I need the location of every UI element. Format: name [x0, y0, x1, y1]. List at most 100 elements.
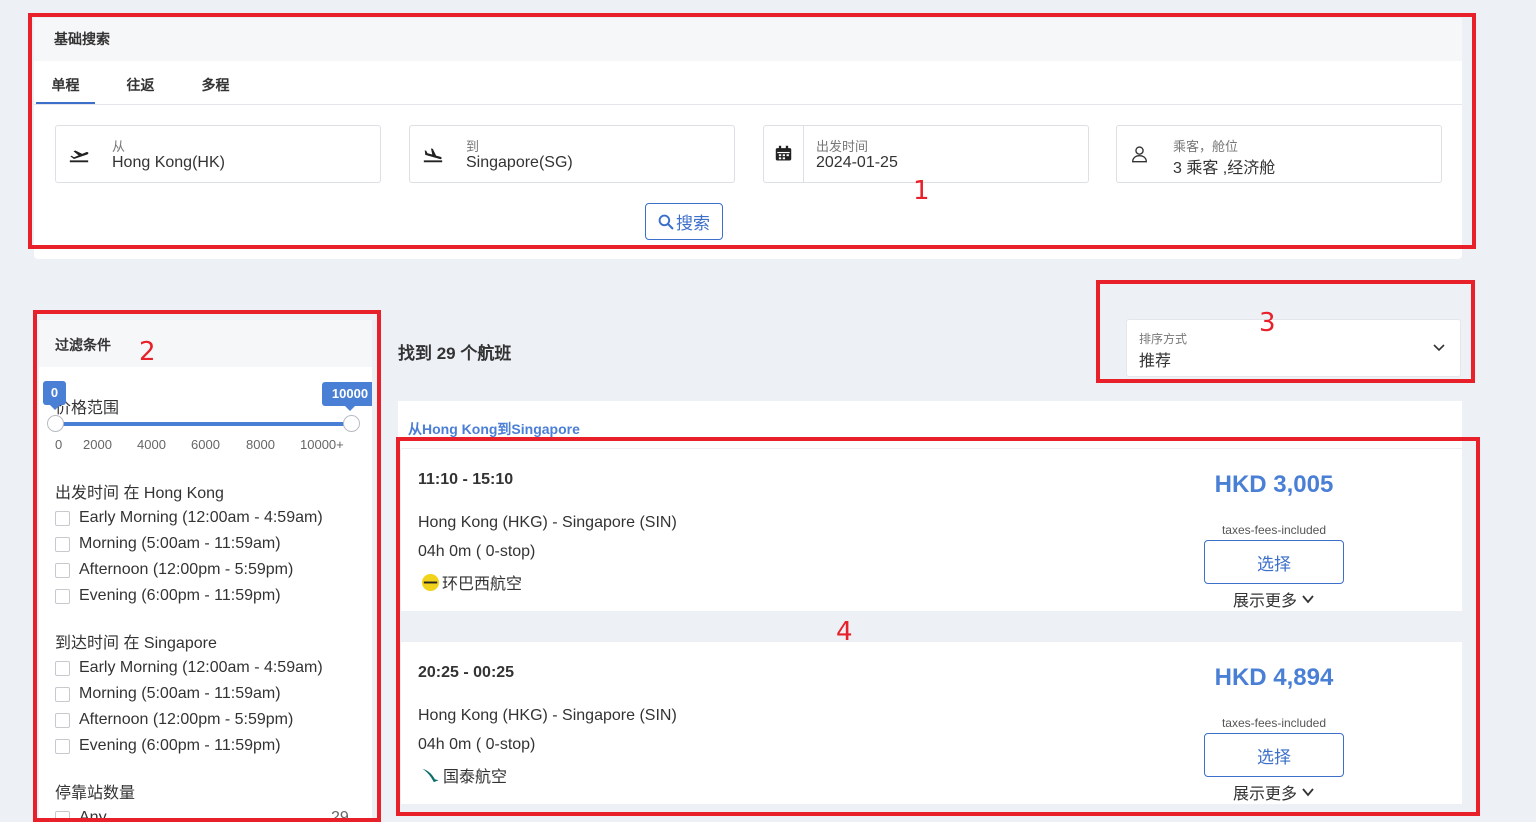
show-more-label: 展示更多	[1232, 786, 1297, 803]
to-label: 到	[466, 139, 480, 154]
from-label: 从	[112, 139, 126, 154]
search-fields: 从 Hong Kong(HK) 到 Singapore(SG) 出发时间 202…	[34, 105, 1462, 240]
departure-option[interactable]: Evening (6:00pm - 11:59pm)	[55, 587, 281, 605]
price-range-slider[interactable]	[55, 422, 351, 426]
flight-route: Hong Kong (HKG) - Singapore (SIN)	[418, 707, 677, 724]
show-more-link[interactable]: 展示更多	[1204, 780, 1344, 804]
taxes-note: taxes-fees-included	[1221, 523, 1327, 537]
plane-landing-icon	[423, 148, 443, 163]
price-max-handle[interactable]	[343, 415, 360, 432]
arrival-option-label: Early Morning (12:00am - 4:59am)	[79, 659, 323, 676]
taxes-note: taxes-fees-included	[1221, 716, 1327, 730]
arrival-option-label: Morning (5:00am - 11:59am)	[79, 685, 281, 702]
flight-time: 20:25 - 00:25	[418, 664, 515, 681]
select-flight-button[interactable]: 选择	[1204, 733, 1344, 777]
departure-option[interactable]: Morning (5:00am - 11:59am)	[55, 535, 281, 553]
price-max-value: 10000	[322, 382, 372, 411]
flight-price: HKD 3,005	[1214, 471, 1334, 498]
flight-price: HKD 4,894	[1214, 664, 1334, 691]
date-field[interactable]: 出发时间 2024-01-25	[763, 125, 1089, 183]
filter-panel-title: 过滤条件	[39, 320, 372, 367]
passengers-value: 3 乘客 ,经济舱	[1173, 160, 1276, 177]
annotation-number: 4	[836, 617, 853, 647]
chevron-down-icon	[1302, 788, 1314, 797]
checkbox[interactable]	[55, 738, 70, 754]
stops-count: 29	[331, 809, 349, 822]
price-tick: 2000	[83, 437, 112, 452]
results-count: 找到 29 个航班	[398, 344, 512, 363]
price-min-value: 0	[43, 381, 66, 410]
arrival-option-label: Afternoon (12:00pm - 5:59pm)	[79, 711, 294, 728]
flight-airline: 环巴西航空	[421, 570, 522, 594]
select-flight-button[interactable]: 选择	[1204, 540, 1344, 584]
chevron-down-icon	[1433, 344, 1445, 352]
annotation-number: 3	[1259, 308, 1276, 338]
search-icon	[658, 214, 674, 229]
price-tick: 6000	[191, 437, 220, 452]
filter-panel: 过滤条件 价格范围 0 10000 0 2000 4000 6000 8000 …	[39, 320, 372, 822]
checkbox[interactable]	[55, 510, 70, 526]
date-label: 出发时间	[816, 139, 869, 154]
sort-value: 推荐	[1139, 353, 1172, 370]
price-tick: 8000	[246, 437, 275, 452]
annotation-number: 1	[913, 176, 930, 206]
from-value: Hong Kong(HK)	[112, 154, 225, 171]
flight-airline: 国泰航空	[421, 763, 507, 787]
airline-logo-icon	[421, 573, 440, 591]
departure-option[interactable]: Afternoon (12:00pm - 5:59pm)	[55, 561, 293, 579]
tab-multi-city[interactable]: 多程	[186, 61, 245, 104]
price-tick: 4000	[137, 437, 166, 452]
passengers-field[interactable]: 乘客，舱位 3 乘客 ,经济舱	[1116, 125, 1442, 183]
trip-type-tabs: 单程 往返 多程	[34, 61, 1462, 105]
airline-name: 环巴西航空	[442, 576, 523, 593]
departure-option-label: Morning (5:00am - 11:59am)	[79, 535, 281, 552]
tab-one-way[interactable]: 单程	[36, 61, 95, 104]
flight-duration: 04h 0m ( 0-stop)	[418, 543, 536, 560]
search-button-label: 搜索	[676, 214, 710, 233]
calendar-icon	[775, 145, 792, 161]
show-more-label: 展示更多	[1232, 593, 1297, 610]
price-tick: 10000+	[300, 437, 344, 452]
date-field-divider	[803, 126, 804, 182]
to-value: Singapore(SG)	[466, 154, 573, 171]
arrival-option[interactable]: Evening (6:00pm - 11:59pm)	[55, 737, 281, 755]
arrival-option[interactable]: Afternoon (12:00pm - 5:59pm)	[55, 711, 293, 729]
airline-logo-icon	[422, 768, 439, 782]
checkbox[interactable]	[55, 712, 70, 728]
checkbox[interactable]	[55, 588, 70, 604]
tab-round-trip[interactable]: 往返	[111, 61, 170, 104]
to-field[interactable]: 到 Singapore(SG)	[409, 125, 735, 183]
stops-option-any[interactable]: Any	[55, 809, 107, 822]
search-panel-title: 基础搜索	[34, 18, 1462, 61]
flight-card: 11:10 - 15:10 Hong Kong (HKG) - Singapor…	[401, 448, 1462, 611]
flight-card: 20:25 - 00:25 Hong Kong (HKG) - Singapor…	[401, 641, 1462, 804]
price-tick: 0	[55, 437, 63, 452]
show-more-link[interactable]: 展示更多	[1204, 587, 1344, 611]
route-header: 从Hong Kong到Singapore	[398, 401, 1462, 449]
departure-option-label: Afternoon (12:00pm - 5:59pm)	[79, 561, 294, 578]
from-field[interactable]: 从 Hong Kong(HK)	[55, 125, 381, 183]
departure-option-label: Early Morning (12:00am - 4:59am)	[79, 509, 323, 526]
sort-select[interactable]: 排序方式 推荐	[1126, 319, 1461, 377]
checkbox[interactable]	[55, 660, 70, 676]
passengers-label: 乘客，舱位	[1173, 139, 1239, 154]
price-min-handle[interactable]	[47, 415, 64, 432]
checkbox[interactable]	[55, 686, 70, 702]
plane-takeoff-icon	[69, 150, 89, 163]
flight-time: 11:10 - 15:10	[418, 471, 514, 488]
search-button[interactable]: 搜索	[645, 203, 723, 240]
departure-option-label: Evening (6:00pm - 11:59pm)	[79, 587, 281, 604]
checkbox[interactable]	[55, 810, 70, 822]
arrival-option[interactable]: Early Morning (12:00am - 4:59am)	[55, 659, 323, 677]
departure-option[interactable]: Early Morning (12:00am - 4:59am)	[55, 509, 323, 527]
person-icon	[1132, 146, 1147, 163]
flight-route: Hong Kong (HKG) - Singapore (SIN)	[418, 514, 677, 531]
airline-name: 国泰航空	[443, 769, 508, 786]
route-title: 从Hong Kong到Singapore	[408, 421, 580, 437]
stops-label: 停靠站数量	[55, 785, 136, 802]
checkbox[interactable]	[55, 562, 70, 578]
annotation-number: 2	[139, 337, 156, 367]
flight-duration: 04h 0m ( 0-stop)	[418, 736, 536, 753]
checkbox[interactable]	[55, 536, 70, 552]
arrival-option[interactable]: Morning (5:00am - 11:59am)	[55, 685, 281, 703]
